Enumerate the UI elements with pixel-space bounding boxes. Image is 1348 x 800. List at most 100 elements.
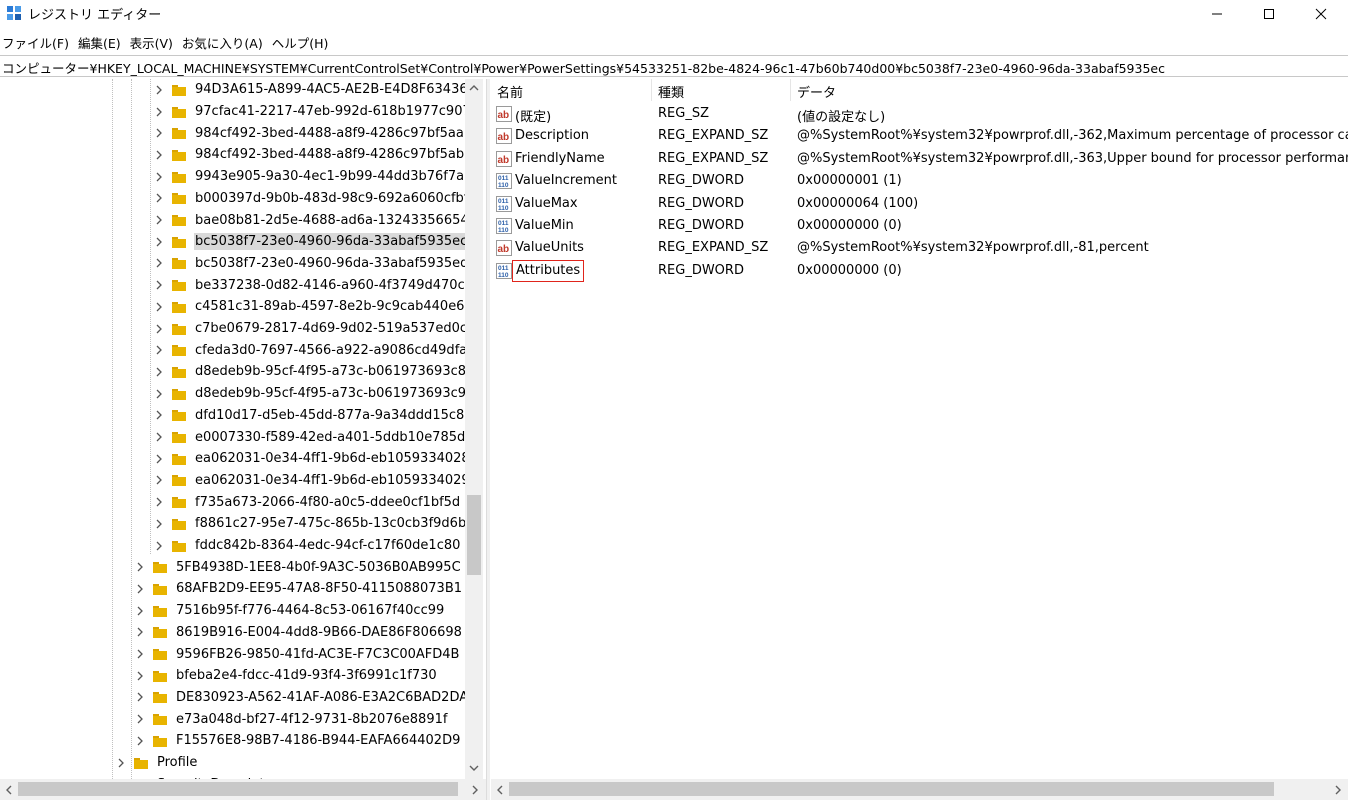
- tree-key[interactable]: ea062031-0e34-4ff1-9b6d-eb1059334028: [152, 448, 471, 470]
- list-hscroll-thumb[interactable]: [509, 782, 1274, 796]
- value-row[interactable]: 011 110 ValueMin REG_DWORD 0x00000000 (0): [491, 215, 1348, 237]
- scroll-left-icon[interactable]: [495, 784, 505, 796]
- expand-chevron-icon[interactable]: [152, 170, 166, 184]
- expand-chevron-icon[interactable]: [152, 300, 166, 314]
- tree-key[interactable]: 7516b95f-f776-4464-8c53-06167f40cc99: [133, 600, 445, 622]
- tree-key[interactable]: 5FB4938D-1EE8-4b0f-9A3C-5036B0AB995C: [133, 556, 462, 578]
- menu-favorites[interactable]: お気に入り(A): [179, 31, 266, 51]
- address-bar[interactable]: コンピューター¥HKEY_LOCAL_MACHINE¥SYSTEM¥Curren…: [0, 55, 1348, 77]
- tree-key[interactable]: cfeda3d0-7697-4566-a922-a9086cd49dfa: [152, 339, 468, 361]
- close-button[interactable]: [1298, 0, 1344, 28]
- pane-splitter[interactable]: [486, 79, 490, 800]
- tree-key[interactable]: Profile: [114, 752, 198, 774]
- scroll-right-icon[interactable]: [470, 784, 480, 796]
- expand-chevron-icon[interactable]: [152, 430, 166, 444]
- value-row[interactable]: ab (既定) REG_SZ (値の設定なし): [491, 103, 1348, 125]
- expand-chevron-icon[interactable]: [133, 734, 147, 748]
- tree-key[interactable]: e73a048d-bf27-4f12-9731-8b2076e8891f: [133, 708, 448, 730]
- column-header-name[interactable]: 名前: [497, 82, 523, 101]
- expand-chevron-icon[interactable]: [152, 256, 166, 270]
- value-row[interactable]: 011 110 ValueMax REG_DWORD 0x00000064 (100): [491, 193, 1348, 215]
- expand-chevron-icon[interactable]: [152, 322, 166, 336]
- expand-chevron-icon[interactable]: [152, 517, 166, 531]
- tree-scroll-thumb[interactable]: [467, 495, 481, 575]
- tree-key[interactable]: DE830923-A562-41AF-A086-E3A2C6BAD2DA: [133, 687, 469, 709]
- value-row[interactable]: 011 110 ValueIncrement REG_DWORD 0x00000001 …: [491, 170, 1348, 192]
- tree-key[interactable]: 97cfac41-2217-47eb-992d-618b1977c907: [152, 101, 472, 123]
- expand-chevron-icon[interactable]: [152, 213, 166, 227]
- maximize-button[interactable]: [1246, 0, 1292, 28]
- expand-chevron-icon[interactable]: [133, 647, 147, 661]
- expand-chevron-icon[interactable]: [133, 625, 147, 639]
- tree-key[interactable]: 94D3A615-A899-4AC5-AE2B-E4D8F634367F: [152, 79, 484, 101]
- tree-key[interactable]: bfeba2e4-fdcc-41d9-93f4-3f6991c1f730: [133, 665, 438, 687]
- tree-key[interactable]: 9596FB26-9850-41fd-AC3E-F7C3C00AFD4B: [133, 643, 460, 665]
- expand-chevron-icon[interactable]: [133, 582, 147, 596]
- scroll-left-icon[interactable]: [4, 784, 14, 796]
- tree-key[interactable]: bae08b81-2d5e-4688-ad6a-13243356654b: [152, 209, 478, 231]
- expand-chevron-icon[interactable]: [152, 105, 166, 119]
- tree-key[interactable]: dfd10d17-d5eb-45dd-877a-9a34ddd15c82: [152, 405, 474, 427]
- expand-chevron-icon[interactable]: [152, 148, 166, 162]
- list-horizontal-scrollbar[interactable]: [491, 779, 1348, 800]
- expand-chevron-icon[interactable]: [152, 452, 166, 466]
- tree-key[interactable]: b000397d-9b0b-483d-98c9-692a6060cfbf: [152, 188, 469, 210]
- value-row[interactable]: ab FriendlyName REG_EXPAND_SZ @%SystemRoot%…: [491, 148, 1348, 170]
- tree-key[interactable]: c4581c31-89ab-4597-8e2b-9c9cab440e6b: [152, 296, 474, 318]
- expand-chevron-icon[interactable]: [152, 539, 166, 553]
- value-row[interactable]: ab Description REG_EXPAND_SZ @%SystemRoot%¥…: [491, 125, 1348, 147]
- tree-key[interactable]: fddc842b-8364-4edc-94cf-c17f60de1c80: [152, 535, 461, 557]
- expand-chevron-icon[interactable]: [114, 756, 128, 770]
- column-header-data[interactable]: データ: [797, 82, 836, 101]
- address-path[interactable]: コンピューター¥HKEY_LOCAL_MACHINE¥SYSTEM¥Curren…: [2, 58, 1165, 77]
- expand-chevron-icon[interactable]: [152, 126, 166, 140]
- tree-key[interactable]: e0007330-f589-42ed-a401-5ddb10e785d3: [152, 426, 475, 448]
- tree-key[interactable]: f8861c27-95e7-475c-865b-13c0cb3f9d6b: [152, 513, 467, 535]
- expand-chevron-icon[interactable]: [152, 278, 166, 292]
- expand-chevron-icon[interactable]: [152, 191, 166, 205]
- expand-chevron-icon[interactable]: [152, 408, 166, 422]
- tree-key[interactable]: be337238-0d82-4146-a960-4f3749d470c7: [152, 274, 474, 296]
- scroll-up-icon[interactable]: [468, 83, 480, 93]
- expand-chevron-icon[interactable]: [152, 495, 166, 509]
- tree-horizontal-scrollbar[interactable]: [0, 779, 486, 800]
- expand-chevron-icon[interactable]: [152, 83, 166, 97]
- tree-key[interactable]: bc5038f7-23e0-4960-96da-33abaf5935ed: [152, 253, 469, 275]
- tree-key[interactable]: 984cf492-3bed-4488-a8f9-4286c97bf5aa: [152, 122, 465, 144]
- expand-chevron-icon[interactable]: [152, 235, 166, 249]
- menu-help[interactable]: ヘルプ(H): [269, 31, 332, 51]
- menu-edit[interactable]: 編集(E): [75, 31, 124, 51]
- tree-key[interactable]: 8619B916-E004-4dd8-9B66-DAE86F806698: [133, 622, 463, 644]
- minimize-button[interactable]: [1194, 0, 1240, 28]
- expand-chevron-icon[interactable]: [133, 712, 147, 726]
- tree-key[interactable]: bc5038f7-23e0-4960-96da-33abaf5935ec: [152, 231, 469, 253]
- column-divider[interactable]: [790, 79, 791, 101]
- column-header-type[interactable]: 種類: [658, 82, 684, 101]
- column-divider[interactable]: [651, 79, 652, 101]
- value-list[interactable]: 名前 種類 データ ab (既定) REG_SZ (値の設定なし) ab Descript…: [491, 79, 1348, 779]
- tree-hscroll-thumb[interactable]: [18, 782, 458, 796]
- menu-file[interactable]: ファイル(F): [0, 31, 72, 51]
- tree-key[interactable]: F15576E8-98B7-4186-B944-EAFA664402D9: [133, 730, 461, 752]
- tree-key[interactable]: c7be0679-2817-4d69-9d02-519a537ed0c6: [152, 318, 476, 340]
- expand-chevron-icon[interactable]: [152, 387, 166, 401]
- tree-key[interactable]: f735a673-2066-4f80-a0c5-ddee0cf1bf5d: [152, 491, 461, 513]
- expand-chevron-icon[interactable]: [152, 343, 166, 357]
- value-row[interactable]: 011 110 Attributes REG_DWORD 0x00000000 (0): [491, 259, 1348, 282]
- tree-key[interactable]: 9943e905-9a30-4ec1-9b99-44dd3b76f7a2: [152, 166, 473, 188]
- expand-chevron-icon[interactable]: [133, 669, 147, 683]
- scroll-down-icon[interactable]: [468, 763, 480, 773]
- tree-key[interactable]: d8edeb9b-95cf-4f95-a73c-b061973693c9: [152, 383, 467, 405]
- expand-chevron-icon[interactable]: [133, 690, 147, 704]
- menu-view[interactable]: 表示(V): [127, 31, 176, 51]
- expand-chevron-icon[interactable]: [133, 604, 147, 618]
- key-tree[interactable]: 94D3A615-A899-4AC5-AE2B-E4D8F634367F 97cf…: [0, 79, 486, 779]
- tree-vertical-scrollbar[interactable]: [465, 79, 483, 779]
- expand-chevron-icon[interactable]: [152, 473, 166, 487]
- expand-chevron-icon[interactable]: [133, 560, 147, 574]
- value-row[interactable]: ab ValueUnits REG_EXPAND_SZ @%SystemRoot%¥s…: [491, 237, 1348, 259]
- scroll-right-icon[interactable]: [1333, 784, 1343, 796]
- tree-key[interactable]: 984cf492-3bed-4488-a8f9-4286c97bf5ab: [152, 144, 465, 166]
- expand-chevron-icon[interactable]: [152, 365, 166, 379]
- tree-key[interactable]: 68AFB2D9-EE95-47A8-8F50-4115088073B1: [133, 578, 463, 600]
